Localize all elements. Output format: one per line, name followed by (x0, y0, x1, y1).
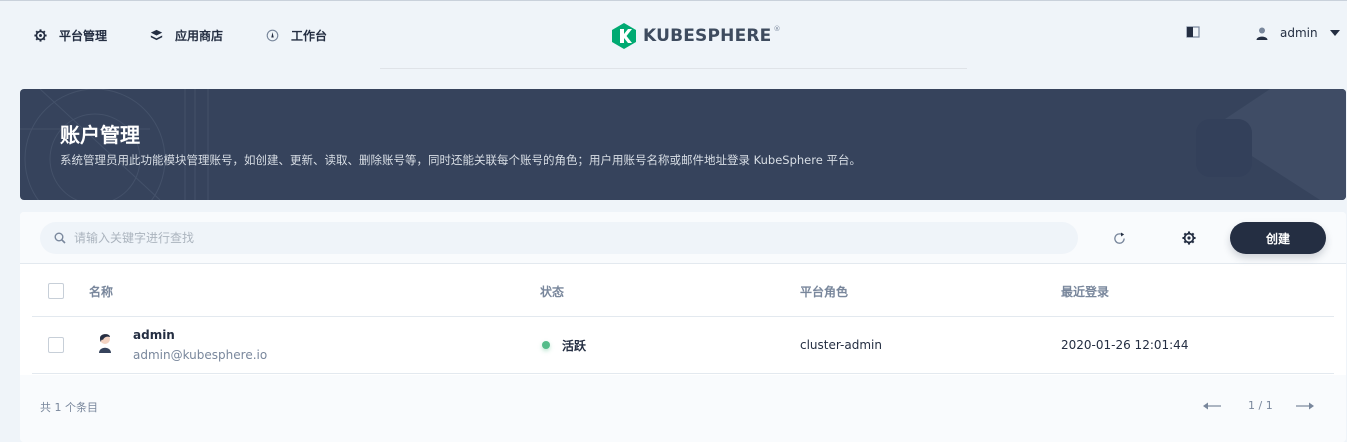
page-banner: 账户管理 系统管理员用此功能模块管理账号，如创建、更新、读取、删除账号等，同时还… (20, 89, 1346, 200)
search-box[interactable] (40, 222, 1078, 254)
user-menu[interactable]: admin (1256, 26, 1340, 40)
role-value: cluster-admin (800, 338, 882, 352)
nav-label: 工作台 (291, 28, 328, 43)
user-email: admin@kubesphere.io (133, 348, 268, 362)
toolbar: 创建 (20, 212, 1346, 264)
gear-icon (33, 28, 47, 42)
docs-button[interactable] (1186, 26, 1200, 41)
search-input[interactable] (74, 231, 1034, 245)
page-indicator: 1 / 1 (1248, 399, 1273, 412)
create-button[interactable]: 创建 (1230, 222, 1326, 254)
column-header-role[interactable]: 平台角色 (800, 283, 848, 299)
settings-button[interactable] (1179, 228, 1199, 248)
user-icon (1256, 27, 1268, 40)
total-count: 共 1 个条目 (40, 401, 98, 414)
page-title: 账户管理 (60, 123, 140, 147)
kubesphere-logo-icon (612, 23, 636, 49)
avatar (95, 331, 115, 353)
table-footer: 共 1 个条目 1 / 1 (20, 375, 1346, 442)
user-name: admin (1280, 26, 1318, 40)
table-header: 名称 状态 平台角色 最近登录 (32, 265, 1334, 317)
status-text: 活跃 (562, 338, 587, 353)
nav-label: 平台管理 (59, 28, 108, 43)
gear-icon (1182, 231, 1196, 245)
search-icon (54, 232, 66, 244)
page-description: 系统管理员用此功能模块管理账号，如创建、更新、读取、删除账号等，同时还能关联每个… (60, 153, 861, 167)
nav-workbench[interactable]: 工作台 (265, 26, 327, 44)
select-all-checkbox[interactable] (48, 283, 64, 299)
book-icon (1186, 26, 1200, 41)
status-badge: 活跃 (542, 338, 587, 353)
last-login-value: 2020-01-26 12:01:44 (1061, 338, 1189, 352)
prev-page-button[interactable] (1203, 399, 1221, 410)
column-header-status[interactable]: 状态 (540, 283, 564, 299)
user-name-link[interactable]: admin (133, 328, 175, 342)
table-row: admin admin@kubesphere.io 活跃 cluster-adm… (32, 317, 1334, 374)
nav-divider (380, 68, 967, 69)
kubesphere-logo[interactable]: KUBESPHERE ® (611, 22, 781, 50)
dashboard-icon (265, 28, 279, 42)
next-page-button[interactable] (1296, 399, 1314, 410)
logo-text: KUBESPHERE (643, 26, 772, 46)
app-store-icon (149, 28, 163, 42)
logo-registered-mark: ® (773, 25, 781, 33)
row-checkbox[interactable] (48, 337, 64, 353)
top-navigation: 平台管理 应用商店 工作台 KUBESPHERE ® admin (0, 0, 1347, 68)
column-header-last-login[interactable]: 最近登录 (1061, 283, 1109, 299)
arrow-left-icon (1203, 402, 1221, 410)
refresh-icon (1113, 231, 1126, 245)
column-header-name[interactable]: 名称 (89, 283, 113, 299)
nav-label: 应用商店 (175, 28, 224, 43)
refresh-button[interactable] (1109, 228, 1129, 248)
caret-down-icon (1329, 30, 1340, 36)
status-dot-icon (542, 341, 550, 349)
accounts-panel: 创建 名称 状态 平台角色 最近登录 admin admin@kubespher… (20, 212, 1346, 442)
nav-platform-management[interactable]: 平台管理 (33, 26, 107, 44)
banner-decoration (20, 89, 1346, 200)
nav-app-store[interactable]: 应用商店 (149, 26, 223, 44)
arrow-right-icon (1296, 402, 1314, 410)
